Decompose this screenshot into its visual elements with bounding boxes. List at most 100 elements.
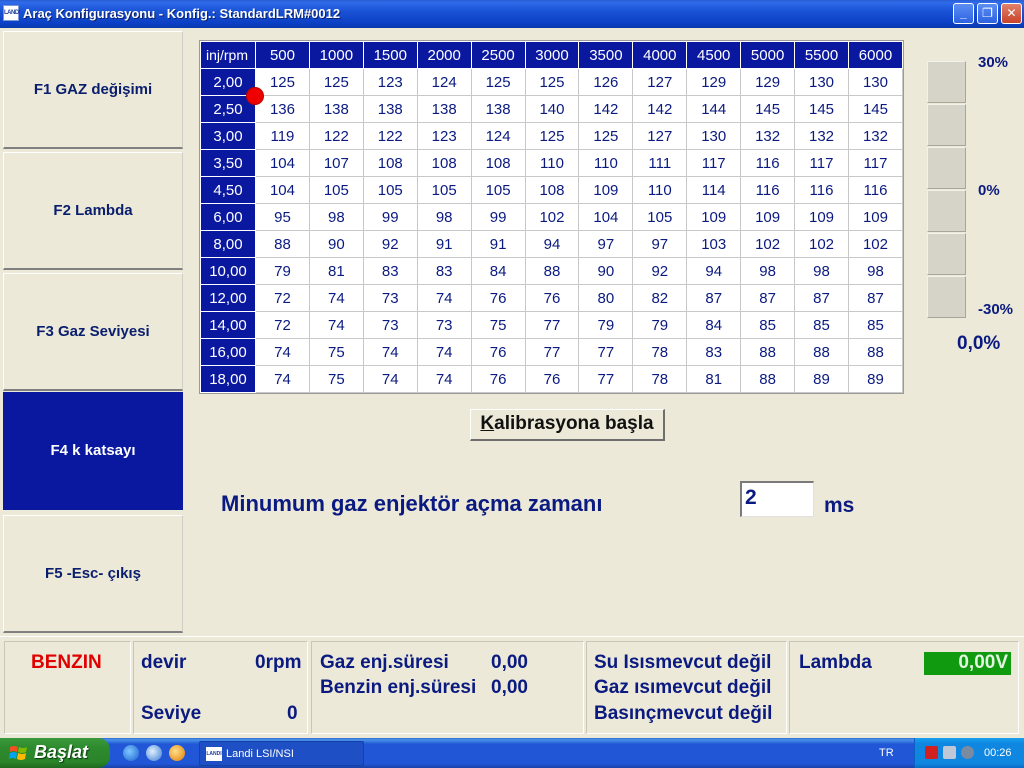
grid-cell[interactable]: 74 xyxy=(362,365,418,393)
grid-cell[interactable]: 104 xyxy=(255,149,310,177)
grid-cell[interactable]: 83 xyxy=(416,257,472,285)
grid-cell[interactable]: 74 xyxy=(362,338,418,366)
grid-cell[interactable]: 78 xyxy=(632,338,688,366)
grid-cell[interactable]: 98 xyxy=(847,257,904,285)
grid-cell[interactable]: 73 xyxy=(362,311,418,339)
grid-cell[interactable]: 76 xyxy=(524,284,580,312)
internet-explorer-icon[interactable] xyxy=(123,745,139,761)
grid-cell[interactable]: 111 xyxy=(632,149,688,177)
grid-cell[interactable]: 132 xyxy=(847,122,904,150)
grid-cell[interactable]: 140 xyxy=(524,95,580,123)
grid-cell[interactable]: 75 xyxy=(308,365,364,393)
show-desktop-icon[interactable] xyxy=(146,745,162,761)
grid-cell[interactable]: 72 xyxy=(255,311,310,339)
grid-cell[interactable]: 75 xyxy=(308,338,364,366)
grid-cell[interactable]: 125 xyxy=(524,68,580,96)
grid-cell[interactable]: 73 xyxy=(416,311,472,339)
grid-cell[interactable]: 98 xyxy=(794,257,849,285)
grid-cell[interactable]: 76 xyxy=(524,365,580,393)
grid-cell[interactable]: 124 xyxy=(416,68,472,96)
grid-cell[interactable]: 144 xyxy=(686,95,742,123)
grid-cell[interactable]: 125 xyxy=(255,68,310,96)
grid-cell[interactable]: 81 xyxy=(686,365,742,393)
volume-icon[interactable] xyxy=(961,746,974,759)
grid-cell[interactable]: 103 xyxy=(686,230,742,258)
grid-cell[interactable]: 142 xyxy=(632,95,688,123)
grid-cell[interactable]: 122 xyxy=(308,122,364,150)
grid-cell[interactable]: 125 xyxy=(578,122,634,150)
grid-cell[interactable]: 88 xyxy=(255,230,310,258)
grid-cell[interactable]: 117 xyxy=(794,149,849,177)
grid-cell[interactable]: 117 xyxy=(686,149,742,177)
grid-cell[interactable]: 75 xyxy=(470,311,526,339)
grid-cell[interactable]: 88 xyxy=(847,338,904,366)
grid-cell[interactable]: 77 xyxy=(578,365,634,393)
grid-cell[interactable]: 87 xyxy=(686,284,742,312)
grid-cell[interactable]: 130 xyxy=(686,122,742,150)
grid-cell[interactable]: 109 xyxy=(740,203,796,231)
grid-cell[interactable]: 107 xyxy=(308,149,364,177)
grid-cell[interactable]: 77 xyxy=(524,311,580,339)
grid-cell[interactable]: 108 xyxy=(524,176,580,204)
grid-cell[interactable]: 109 xyxy=(686,203,742,231)
grid-cell[interactable]: 110 xyxy=(632,176,688,204)
grid-cell[interactable]: 125 xyxy=(308,68,364,96)
grid-cell[interactable]: 80 xyxy=(578,284,634,312)
grid-cell[interactable]: 138 xyxy=(416,95,472,123)
grid-cell[interactable]: 87 xyxy=(740,284,796,312)
grid-cell[interactable]: 116 xyxy=(847,176,904,204)
grid-cell[interactable]: 98 xyxy=(308,203,364,231)
start-calibration-button[interactable]: Kalibrasyona başla xyxy=(470,409,665,441)
grid-cell[interactable]: 89 xyxy=(794,365,849,393)
grid-cell[interactable]: 102 xyxy=(740,230,796,258)
sidebar-item-gas-level[interactable]: F3 Gaz Seviyesi xyxy=(3,273,183,391)
media-player-icon[interactable] xyxy=(169,745,185,761)
grid-cell[interactable]: 79 xyxy=(578,311,634,339)
grid-cell[interactable]: 85 xyxy=(740,311,796,339)
grid-cell[interactable]: 132 xyxy=(740,122,796,150)
grid-cell[interactable]: 83 xyxy=(686,338,742,366)
grid-cell[interactable]: 77 xyxy=(524,338,580,366)
grid-cell[interactable]: 74 xyxy=(416,365,472,393)
grid-cell[interactable]: 77 xyxy=(578,338,634,366)
grid-cell[interactable]: 122 xyxy=(362,122,418,150)
grid-cell[interactable]: 105 xyxy=(632,203,688,231)
grid-cell[interactable]: 123 xyxy=(362,68,418,96)
grid-cell[interactable]: 132 xyxy=(794,122,849,150)
grid-cell[interactable]: 105 xyxy=(470,176,526,204)
grid-cell[interactable]: 97 xyxy=(632,230,688,258)
grid-cell[interactable]: 84 xyxy=(686,311,742,339)
grid-cell[interactable]: 98 xyxy=(740,257,796,285)
grid-cell[interactable]: 87 xyxy=(794,284,849,312)
grid-cell[interactable]: 73 xyxy=(362,284,418,312)
grid-cell[interactable]: 99 xyxy=(470,203,526,231)
grid-cell[interactable]: 114 xyxy=(686,176,742,204)
security-shield-icon[interactable] xyxy=(925,746,938,759)
grid-cell[interactable]: 91 xyxy=(470,230,526,258)
min-injector-input[interactable]: 2 xyxy=(740,481,814,517)
grid-cell[interactable]: 126 xyxy=(578,68,634,96)
grid-cell[interactable]: 117 xyxy=(847,149,904,177)
grid-cell[interactable]: 108 xyxy=(470,149,526,177)
grid-cell[interactable]: 99 xyxy=(362,203,418,231)
grid-cell[interactable]: 74 xyxy=(255,338,310,366)
grid-cell[interactable]: 125 xyxy=(524,122,580,150)
grid-cell[interactable]: 92 xyxy=(362,230,418,258)
grid-cell[interactable]: 88 xyxy=(794,338,849,366)
grid-cell[interactable]: 105 xyxy=(362,176,418,204)
grid-cell[interactable]: 76 xyxy=(470,338,526,366)
grid-cell[interactable]: 87 xyxy=(847,284,904,312)
taskbar-item-landi[interactable]: LANDI Landi LSI/NSI xyxy=(199,741,364,766)
grid-cell[interactable]: 129 xyxy=(740,68,796,96)
minimize-button[interactable]: _ xyxy=(953,3,974,24)
grid-cell[interactable]: 81 xyxy=(308,257,364,285)
grid-cell[interactable]: 85 xyxy=(794,311,849,339)
grid-cell[interactable]: 91 xyxy=(416,230,472,258)
grid-cell[interactable]: 90 xyxy=(578,257,634,285)
grid-cell[interactable]: 78 xyxy=(632,365,688,393)
grid-cell[interactable]: 104 xyxy=(578,203,634,231)
grid-cell[interactable]: 116 xyxy=(740,176,796,204)
grid-cell[interactable]: 88 xyxy=(524,257,580,285)
grid-cell[interactable]: 138 xyxy=(308,95,364,123)
grid-cell[interactable]: 102 xyxy=(524,203,580,231)
